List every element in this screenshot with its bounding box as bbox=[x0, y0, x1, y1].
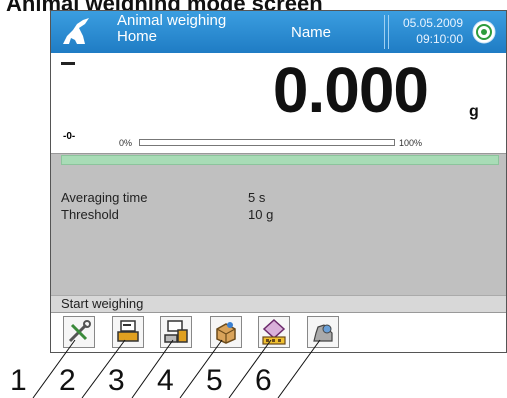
animal-button[interactable] bbox=[307, 316, 339, 348]
user-name[interactable]: Name bbox=[291, 24, 331, 41]
tare-icon bbox=[117, 320, 139, 342]
animal-icon bbox=[313, 324, 333, 342]
level-indicator-icon[interactable] bbox=[472, 20, 496, 44]
info-value-averaging-time: 5 s bbox=[248, 190, 266, 205]
mode-line-1: Animal weighing bbox=[117, 12, 227, 29]
info-label-threshold: Threshold bbox=[61, 207, 119, 222]
stability-marker-icon bbox=[61, 62, 75, 65]
weight-unit[interactable]: g bbox=[469, 103, 479, 121]
date-time: 05.05.2009 09:10:00 bbox=[391, 15, 463, 47]
status-bar[interactable]: Start weighing bbox=[51, 295, 506, 313]
mode-name[interactable]: Animal weighing Home bbox=[117, 13, 226, 45]
callout-2: 2 bbox=[59, 364, 76, 397]
product-button[interactable] bbox=[210, 316, 242, 348]
mode-line-2: Home bbox=[117, 28, 158, 45]
tare-button[interactable] bbox=[112, 316, 144, 348]
callout-4: 4 bbox=[157, 364, 174, 397]
tools-button[interactable] bbox=[63, 316, 95, 348]
bargraph-max-label: 100% bbox=[399, 138, 423, 148]
bargraph-min-label: 0% bbox=[119, 138, 133, 148]
callout-3: 3 bbox=[108, 364, 125, 397]
header-divider bbox=[384, 15, 389, 49]
product-icon bbox=[216, 322, 236, 344]
top-bar: Animal weighing Home Name 05.05.2009 09:… bbox=[51, 11, 506, 53]
info-progress-bar bbox=[61, 155, 499, 165]
info-label-averaging-time: Averaging time bbox=[61, 190, 148, 205]
balance-screen: Animal weighing Home Name 05.05.2009 09:… bbox=[50, 10, 507, 353]
packaging-icon bbox=[262, 318, 286, 345]
time-text: 09:10:00 bbox=[416, 32, 463, 46]
weighing-area: -0- 0.000 g 0% 100% bbox=[51, 53, 506, 154]
packaging-button[interactable] bbox=[258, 316, 290, 348]
toolbar bbox=[51, 313, 506, 352]
zero-indicator: -0- bbox=[63, 131, 76, 142]
callout-5: 5 bbox=[206, 364, 223, 397]
weight-value: 0.000 bbox=[272, 54, 429, 126]
info-value-threshold: 10 g bbox=[248, 207, 274, 222]
info-panel: Averaging time 5 s Threshold 10 g bbox=[51, 154, 506, 295]
callout-1: 1 bbox=[10, 364, 27, 397]
bargraph bbox=[139, 139, 395, 146]
tare-product-icon bbox=[164, 320, 188, 343]
animal-mode-icon[interactable] bbox=[59, 16, 95, 48]
tools-icon bbox=[68, 320, 91, 343]
callout-6: 6 bbox=[255, 364, 272, 397]
tare-product-button[interactable] bbox=[160, 316, 192, 348]
date-text: 05.05.2009 bbox=[402, 16, 463, 30]
